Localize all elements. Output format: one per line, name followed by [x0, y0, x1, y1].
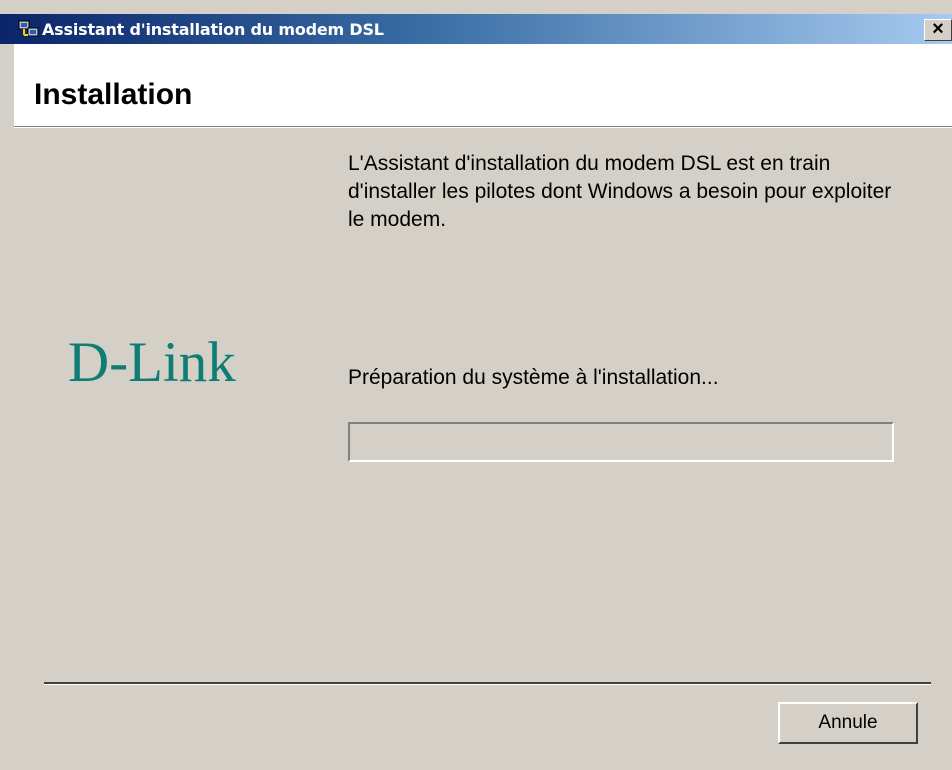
title-bar[interactable]: Assistant d'installation du modem DSL × [0, 14, 952, 44]
status-text: Préparation du système à l'installation.… [348, 366, 719, 389]
close-icon: × [932, 19, 944, 40]
intro-text: L'Assistant d'installation du modem DSL … [348, 152, 892, 231]
close-button[interactable]: × [924, 19, 952, 41]
dlink-logo: D-Link [68, 331, 236, 394]
cancel-button[interactable]: Annule [778, 702, 918, 744]
progress-bar [348, 422, 894, 462]
wizard-header: Installation [14, 44, 952, 126]
page-title: Installation [34, 78, 193, 111]
header-divider-highlight [14, 127, 952, 128]
footer-divider-highlight [44, 684, 931, 685]
network-setup-icon [18, 19, 40, 39]
window-title: Assistant d'installation du modem DSL [42, 20, 384, 39]
